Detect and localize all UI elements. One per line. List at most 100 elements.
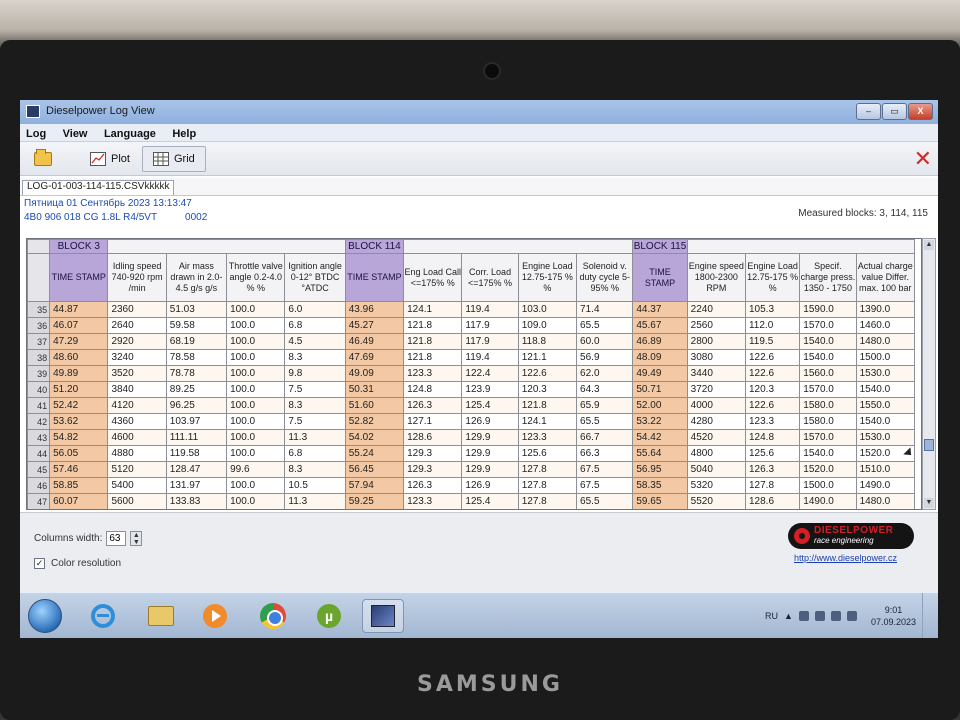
table-cell: 4360 — [107, 413, 167, 430]
row-number: 46 — [27, 477, 51, 494]
taskbar-logview[interactable] — [362, 599, 404, 633]
row-number: 37 — [27, 333, 51, 350]
dieselpower-logo: DIESELPOWER race engineering — [788, 523, 914, 549]
table-cell: 122.4 — [462, 510, 518, 511]
maximize-button[interactable]: ▭ — [882, 103, 907, 120]
table-cell: 128.6 — [744, 493, 801, 509]
table-row[interactable]: 45 57.46 5120 128.47 99.6 8.3 56.45 129.3 129.9 1… — [27, 461, 916, 478]
taskbar-chrome[interactable] — [252, 599, 294, 633]
table-cell: 43.96 — [344, 301, 405, 318]
table-cell: 8.3 — [284, 397, 346, 414]
internet-explorer-icon — [91, 604, 115, 628]
taskbar-explorer[interactable] — [140, 599, 182, 633]
start-button[interactable] — [28, 599, 62, 633]
language-indicator[interactable]: RU — [765, 611, 778, 621]
table-cell: 62.0 — [576, 365, 634, 382]
show-desktop-button[interactable] — [922, 593, 932, 638]
table-row[interactable]: 42 53.62 4360 103.97 100.0 7.5 52.82 127.1 126.9… — [27, 413, 916, 430]
table-cell: 121.1 — [404, 510, 462, 511]
table-row[interactable]: 44 56.05 4880 119.58 100.0 6.8 55.24 129.3 129.9… — [27, 445, 916, 462]
network-icon[interactable] — [814, 611, 825, 621]
table-cell: 54.42 — [632, 429, 688, 446]
table-row[interactable]: 41 52.42 4120 96.25 100.0 8.3 51.60 126.3 125.4 1… — [27, 397, 916, 414]
table-row[interactable]: 43 54.82 4600 111.11 100.0 11.3 54.02 128.6 129.… — [27, 429, 916, 446]
table-row[interactable]: 37 47.29 2920 68.19 100.0 4.5 46.49 121.8 117.9 1… — [27, 333, 916, 350]
table-cell: 138.69 — [166, 510, 226, 511]
columns-width-spinner[interactable]: ▲ ▼ — [130, 531, 143, 546]
window-close-button[interactable]: X — [908, 103, 933, 120]
menu-log[interactable]: Log — [20, 126, 52, 140]
table-row[interactable]: 38 48.60 3240 78.58 100.0 8.3 47.69 121.8 119.4 1… — [27, 349, 916, 366]
grid-label: Grid — [174, 153, 195, 165]
table-cell: 121.8 — [403, 333, 463, 350]
taskbar-utorrent[interactable]: µ — [308, 599, 350, 633]
file-tab[interactable]: LOG-01-003-114-115.CSVkkkkk — [22, 180, 175, 195]
dieselpower-text: DIESELPOWER race engineering — [814, 526, 893, 546]
table-cell: 56.95 — [632, 461, 688, 478]
table-cell: 52.42 — [49, 397, 109, 414]
tray-expand-icon[interactable]: ▲ — [784, 611, 793, 621]
battery-icon[interactable] — [798, 611, 809, 621]
table-cell: 5720 — [687, 510, 745, 511]
log-grid[interactable]: BLOCK 3 BLOCK 114 BLOCK 115 TIME STAMP Id… — [26, 238, 922, 510]
table-cell: 8.3 — [284, 349, 346, 366]
column-header: Eng Load Call <=175% % — [403, 253, 463, 302]
table-cell: 100.0 — [226, 413, 286, 430]
table-cell: 100.0 — [226, 381, 286, 398]
table-cell: 7.5 — [284, 381, 346, 398]
grid-button[interactable]: Grid — [142, 146, 206, 172]
table-cell: 51.20 — [49, 381, 109, 398]
grid-scrollbar[interactable]: ▲ ▼ — [922, 238, 936, 510]
taskbar-ie[interactable] — [82, 599, 124, 633]
webcam — [483, 62, 501, 80]
table-cell: 5040 — [686, 461, 746, 478]
row-number: 39 — [27, 365, 51, 382]
scroll-down-arrow-icon[interactable]: ▼ — [924, 498, 934, 508]
minimize-button[interactable]: ‒ — [856, 103, 881, 120]
menu-language[interactable]: Language — [98, 126, 162, 140]
plot-button[interactable]: Plot — [80, 146, 140, 172]
column-header: Actual charge value Differ. max. 100 bar — [855, 253, 916, 302]
close-log-icon[interactable]: ✕ — [914, 148, 932, 170]
open-button[interactable] — [24, 146, 62, 172]
table-row[interactable]: 47 60.07 5600 133.83 100.0 11.3 59.25 123.3 125.… — [27, 493, 916, 509]
table-cell: 123.3 — [517, 429, 578, 446]
table-cell: 119.4 — [461, 301, 519, 318]
table-cell: 65.9 — [576, 397, 634, 414]
menu-help[interactable]: Help — [166, 126, 202, 140]
table-row[interactable]: 35 44.87 2360 51.03 100.0 6.0 43.96 124.1 119.4 1… — [27, 301, 916, 318]
table-cell: 4000 — [686, 397, 746, 414]
table-row[interactable]: 4861.285800138.69100.014.360.47121.1122.… — [28, 510, 915, 511]
taskbar-media[interactable] — [194, 599, 236, 633]
table-cell: 57.94 — [344, 477, 405, 494]
volume-icon[interactable] — [830, 611, 841, 621]
table-cell: 10.5 — [284, 477, 346, 494]
table-row[interactable]: 40 51.20 3840 89.25 100.0 7.5 50.31 124.8 123.9 1… — [27, 381, 916, 398]
table-cell: 2360 — [107, 301, 167, 318]
table-cell: 122.4 — [461, 365, 519, 382]
table-cell: 127.8 — [517, 461, 578, 478]
flag-icon[interactable] — [846, 611, 857, 621]
columns-width-control: Columns width: ▲▼ — [34, 531, 143, 546]
table-row[interactable]: 36 46.07 2640 59.58 100.0 6.8 45.27 121.8 117.9 1… — [27, 317, 916, 334]
menu-view[interactable]: View — [57, 126, 94, 140]
scroll-up-arrow-icon[interactable]: ▲ — [924, 240, 934, 250]
table-cell: 65.5 — [576, 317, 634, 334]
table-row[interactable]: 46 58.85 5400 131.97 100.0 10.5 57.94 126.3 126.… — [27, 477, 916, 494]
table-cell: 100.0 — [226, 317, 286, 334]
table-cell: 4120 — [107, 397, 167, 414]
color-resolution-checkbox[interactable]: ✓ — [34, 558, 45, 569]
table-cell: 100.0 — [226, 333, 286, 350]
table-cell: 1540.0 — [799, 349, 857, 366]
table-cell: 123.3 — [403, 365, 463, 382]
dieselpower-link[interactable]: http://www.dieselpower.cz — [794, 553, 897, 563]
table-row[interactable]: 39 49.89 3520 78.78 100.0 9.8 49.09 123.3 122.4 1… — [27, 365, 916, 382]
table-cell: 109.0 — [517, 317, 578, 334]
dieselpower-mark-icon — [794, 528, 810, 544]
scroll-thumb[interactable] — [924, 439, 934, 451]
table-cell: 129.3 — [403, 461, 463, 478]
table-cell: 1460.0 — [855, 317, 916, 334]
table-cell: 55.24 — [344, 445, 405, 462]
clock[interactable]: 9:01 07.09.2023 — [871, 604, 916, 628]
columns-width-input[interactable] — [106, 531, 127, 546]
